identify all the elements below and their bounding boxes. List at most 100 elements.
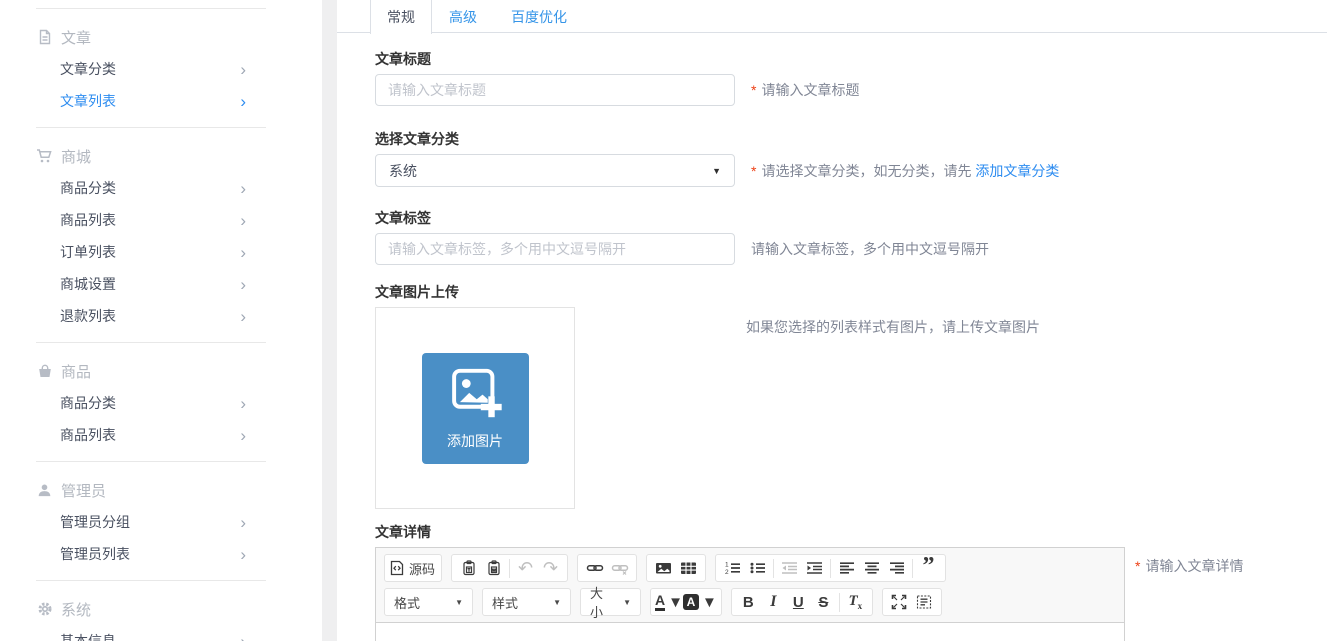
chevron-right-icon: › xyxy=(240,244,246,261)
category-select-value: 系统 xyxy=(389,161,417,181)
toolbar-separator xyxy=(912,559,913,578)
field-label-image-upload: 文章图片上传 xyxy=(375,283,1327,301)
align-right-icon xyxy=(889,560,905,576)
sidebar-item-mall-settings[interactable]: 商城设置 › xyxy=(0,268,322,300)
style-dropdown-label: 样式 xyxy=(492,593,518,612)
dropdown-arrow-icon: ▼ xyxy=(668,594,683,611)
paste-word-button[interactable] xyxy=(481,556,506,581)
chevron-right-icon: › xyxy=(240,427,246,444)
chevron-right-icon: › xyxy=(240,212,246,229)
sidebar-section-title: 文章 xyxy=(61,27,91,48)
unlink-button[interactable] xyxy=(607,556,632,581)
link-button[interactable] xyxy=(582,556,607,581)
italic-button[interactable]: I xyxy=(761,590,786,615)
document-icon xyxy=(36,29,53,46)
sidebar-item-refund-list[interactable]: 退款列表 › xyxy=(0,300,322,332)
sidebar-item-goods-list[interactable]: 商品列表 › xyxy=(0,204,322,236)
sidebar-item-order-list[interactable]: 订单列表 › xyxy=(0,236,322,268)
field-label-title: 文章标题 xyxy=(375,50,1327,68)
sidebar-section-articles[interactable]: 文章 xyxy=(0,21,322,53)
category-select[interactable]: 系统 ▼ xyxy=(375,154,735,187)
undo-icon: ↶ xyxy=(518,561,533,575)
sidebar-item-article-list[interactable]: 文章列表 › xyxy=(0,85,322,117)
sidebar-item-label: 管理员分组 xyxy=(60,512,130,532)
tab-label: 高级 xyxy=(449,7,477,27)
strikethrough-button[interactable]: S xyxy=(811,590,836,615)
toolbar-separator xyxy=(830,559,831,578)
indent-button[interactable] xyxy=(802,556,827,581)
editor-toolbar: 源码 xyxy=(376,548,1124,622)
required-asterisk: * xyxy=(751,82,756,98)
redo-button[interactable]: ↷ xyxy=(538,556,563,581)
chevron-right-icon: › xyxy=(240,308,246,325)
article-tags-input[interactable] xyxy=(375,233,735,265)
sidebar-section-title: 商城 xyxy=(61,146,91,167)
style-dropdown[interactable]: 样式 ▼ xyxy=(482,588,571,616)
sidebar-section-mall[interactable]: 商城 xyxy=(0,140,322,172)
align-right-button[interactable] xyxy=(884,556,909,581)
maximize-button[interactable] xyxy=(887,590,912,615)
sidebar-section-title: 管理员 xyxy=(61,480,106,501)
tab-advanced[interactable]: 高级 xyxy=(432,0,494,33)
indent-icon xyxy=(806,560,823,576)
table-button[interactable] xyxy=(676,556,701,581)
bold-button[interactable]: B xyxy=(736,590,761,615)
field-hint: *请输入文章详情 xyxy=(1135,556,1243,576)
sidebar-item-admin-list[interactable]: 管理员列表 › xyxy=(0,538,322,570)
tab-general[interactable]: 常规 xyxy=(370,0,432,34)
ordered-list-button[interactable]: 1 2 xyxy=(720,556,745,581)
basket-icon xyxy=(36,363,53,380)
editor-content-area[interactable] xyxy=(376,622,1124,641)
gear-icon xyxy=(36,601,53,618)
format-dropdown[interactable]: 格式 ▼ xyxy=(384,588,473,616)
size-dropdown[interactable]: 大小 ▼ xyxy=(580,588,641,616)
image-button[interactable] xyxy=(651,556,676,581)
admin-icon xyxy=(36,482,53,499)
blockquote-button[interactable]: ” xyxy=(916,556,941,581)
remove-format-button[interactable]: Tx xyxy=(843,590,868,615)
bullet-list-button[interactable] xyxy=(745,556,770,581)
toolbar-separator xyxy=(839,593,840,612)
sidebar-item-product-category[interactable]: 商品分类 › xyxy=(0,387,322,419)
sidebar-item-label: 管理员列表 xyxy=(60,544,130,564)
align-left-button[interactable] xyxy=(834,556,859,581)
text-color-icon: A xyxy=(655,593,665,611)
content-panel: 常规 高级 百度优化 文章标题 *请输入文章标题 选择文章分类 系统 ▼ xyxy=(337,0,1327,641)
article-title-input[interactable] xyxy=(375,74,735,106)
add-category-link[interactable]: 添加文章分类 xyxy=(975,163,1059,179)
text-color-button[interactable]: A ▼ xyxy=(655,590,683,615)
sidebar-item-label: 商品列表 xyxy=(60,210,116,230)
add-image-button[interactable]: 添加图片 xyxy=(422,353,529,464)
align-center-button[interactable] xyxy=(859,556,884,581)
chevron-right-icon: › xyxy=(240,180,246,197)
svg-text:2: 2 xyxy=(725,569,729,576)
undo-button[interactable]: ↶ xyxy=(513,556,538,581)
outdent-icon xyxy=(781,560,798,576)
bg-color-button[interactable]: A ▼ xyxy=(683,590,717,615)
sidebar: 文章 文章分类 › 文章列表 › 商城 商品分类 › 商品列表 › 订单列表 ›… xyxy=(0,0,322,641)
dropdown-arrow-icon: ▼ xyxy=(553,598,561,607)
sidebar-item-label: 退款列表 xyxy=(60,306,116,326)
required-asterisk: * xyxy=(751,163,756,179)
show-blocks-button[interactable] xyxy=(912,590,937,615)
sidebar-item-product-list[interactable]: 商品列表 › xyxy=(0,419,322,451)
rich-text-editor: 源码 xyxy=(375,547,1125,641)
sidebar-section-system[interactable]: 系统 xyxy=(0,593,322,625)
sidebar-item-goods-category[interactable]: 商品分类 › xyxy=(0,172,322,204)
tab-baidu-seo[interactable]: 百度优化 xyxy=(494,0,584,33)
sidebar-item-admin-group[interactable]: 管理员分组 › xyxy=(0,506,322,538)
table-icon xyxy=(680,560,697,576)
required-asterisk: * xyxy=(1135,558,1140,574)
remove-format-icon: Tx xyxy=(849,593,863,611)
outdent-button[interactable] xyxy=(777,556,802,581)
chevron-right-icon: › xyxy=(240,93,246,110)
paste-text-button[interactable] xyxy=(456,556,481,581)
source-button[interactable]: 源码 xyxy=(389,556,437,581)
sidebar-item-article-category[interactable]: 文章分类 › xyxy=(0,53,322,85)
underline-button[interactable]: U xyxy=(786,590,811,615)
sidebar-item-basic-info[interactable]: 基本信息 › xyxy=(0,625,322,641)
tab-bar: 常规 高级 百度优化 xyxy=(337,0,1327,33)
sidebar-section-products[interactable]: 商品 xyxy=(0,355,322,387)
sidebar-section-admin[interactable]: 管理员 xyxy=(0,474,322,506)
field-hint: *请选择文章分类，如无分类，请先 添加文章分类 xyxy=(751,161,1059,181)
